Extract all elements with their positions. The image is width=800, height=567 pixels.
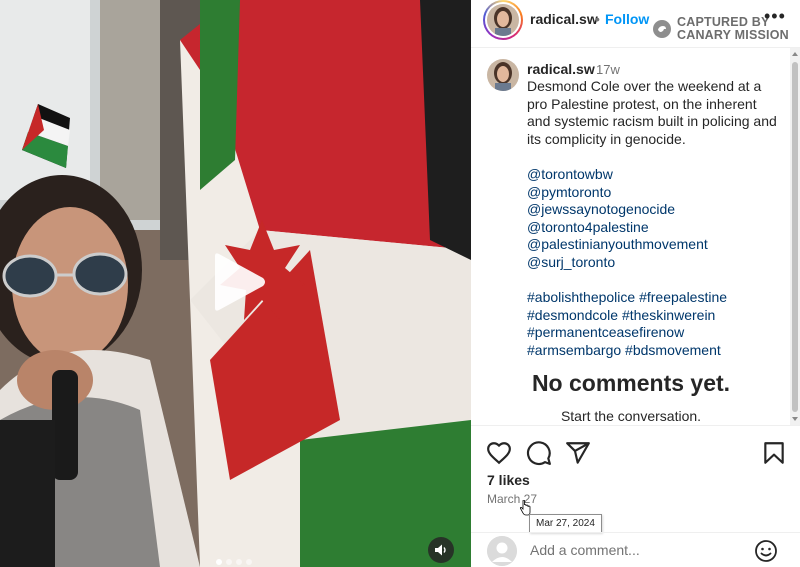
hashtag-link[interactable]: #armsembargo <box>527 342 621 358</box>
action-bar <box>471 425 800 475</box>
caption-body: Desmond Cole over the weekend at a pro P… <box>527 78 777 360</box>
likes-count[interactable]: 7 likes <box>487 472 530 488</box>
carousel-dot <box>246 559 252 565</box>
scroll-down-arrow-icon[interactable] <box>792 417 798 421</box>
hashtag-link[interactable]: #theskinwerein <box>622 307 715 323</box>
follow-button[interactable]: Follow <box>605 11 649 27</box>
bookmark-icon[interactable] <box>761 440 787 466</box>
mute-button[interactable] <box>428 537 454 563</box>
carousel-dot <box>226 559 232 565</box>
default-avatar-icon <box>487 536 517 566</box>
scroll-thumb[interactable] <box>792 62 798 412</box>
carousel-dot <box>216 559 222 565</box>
mention-link[interactable]: @toronto4palestine <box>527 219 777 237</box>
date-tooltip: Mar 27, 2024 <box>529 514 602 533</box>
caption-avatar[interactable] <box>487 59 519 91</box>
caption-timestamp[interactable]: 17w <box>596 62 620 77</box>
avatar-image <box>487 59 519 91</box>
no-comments-title: No comments yet. <box>531 370 731 396</box>
hashtag-link[interactable]: #permanentceasefirenow <box>527 324 777 342</box>
comment-icon[interactable] <box>526 440 552 466</box>
mention-link[interactable]: @surj_toronto <box>527 254 777 272</box>
play-icon <box>215 253 265 311</box>
post-header: radical.sw • Follow CAPTURED BY CANARY M… <box>471 0 800 48</box>
mention-link[interactable]: @torontowbw <box>527 166 777 184</box>
caption-username[interactable]: radical.sw <box>527 61 595 77</box>
more-options-icon[interactable]: ••• <box>764 7 786 25</box>
avatar-image <box>487 4 519 36</box>
profile-avatar[interactable] <box>483 0 523 40</box>
add-comment-input[interactable] <box>530 542 740 558</box>
current-user-avatar <box>487 536 517 566</box>
no-comments-subtitle: Start the conversation. <box>560 408 702 424</box>
caption-scroll-area[interactable]: radical.sw 17w Desmond Cole over the wee… <box>471 48 791 425</box>
canary-mission-logo <box>653 20 671 38</box>
hashtag-link[interactable]: #desmondcole <box>527 307 618 323</box>
heart-icon[interactable] <box>486 440 512 466</box>
caption-text: Desmond Cole over the weekend at a pro P… <box>527 78 777 147</box>
hashtag-link[interactable]: #freepalestine <box>639 289 727 305</box>
mention-link[interactable]: @jewssaynotogenocide <box>527 201 777 219</box>
hashtag-link[interactable]: #bdsmovement <box>625 342 721 358</box>
share-icon[interactable] <box>565 440 591 466</box>
add-comment-bar <box>471 532 800 567</box>
carousel-dot <box>236 559 242 565</box>
header-username[interactable]: radical.sw <box>530 11 598 27</box>
play-button[interactable] <box>207 250 269 314</box>
caption-scrollbar[interactable] <box>790 48 800 425</box>
mention-link[interactable]: @palestinianyouthmovement <box>527 236 777 254</box>
separator-dot: • <box>595 11 600 27</box>
emoji-icon[interactable] <box>754 539 778 563</box>
mention-link[interactable]: @pymtoronto <box>527 184 777 202</box>
watermark-line-2: CANARY MISSION <box>677 28 789 42</box>
post-video[interactable] <box>0 0 471 567</box>
scroll-up-arrow-icon[interactable] <box>792 52 798 56</box>
post-details-panel: radical.sw • Follow CAPTURED BY CANARY M… <box>471 0 800 567</box>
speaker-icon <box>435 544 446 556</box>
hashtag-link[interactable]: #abolishthepolice <box>527 289 635 305</box>
carousel-indicator <box>216 559 252 565</box>
